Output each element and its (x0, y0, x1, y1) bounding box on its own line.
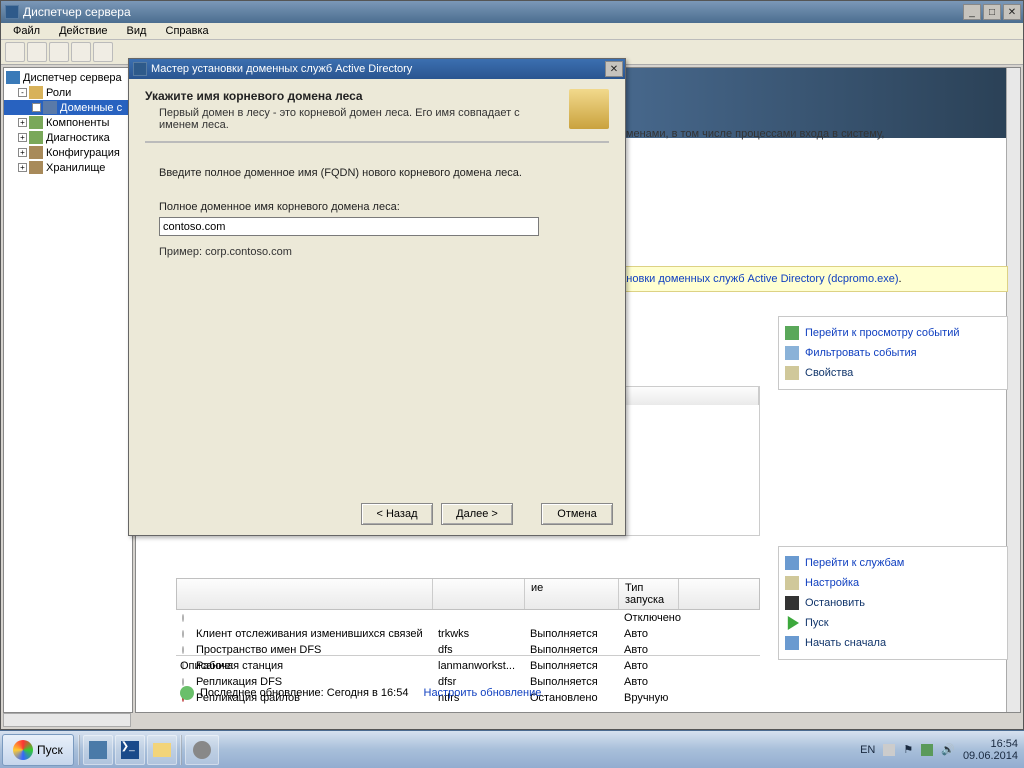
taskbar-item-dcpromo[interactable] (185, 735, 219, 765)
goto-events-link[interactable]: Перейти к просмотру событий (783, 323, 1003, 343)
stop-link[interactable]: Остановить (783, 593, 1003, 613)
toolbar-btn5[interactable] (93, 42, 113, 62)
next-button[interactable]: Далее > (441, 503, 513, 525)
configure-link[interactable]: Настройка (783, 573, 1003, 593)
dialog-icon (133, 62, 147, 76)
clock[interactable]: 16:54 09.06.2014 (963, 738, 1018, 762)
filter-events-link[interactable]: Фильтровать события (783, 343, 1003, 363)
dialog-titlebar[interactable]: Мастер установки доменных служб Active D… (129, 59, 625, 79)
footer-pane: Описание: Последнее обновление: Сегодня … (176, 655, 760, 704)
tray-network-icon[interactable] (921, 744, 933, 756)
tree-diagnostics[interactable]: +Диагностика (4, 130, 132, 145)
menu-view[interactable]: Вид (119, 23, 155, 39)
gear-icon (785, 556, 799, 570)
dialog-title: Мастер установки доменных служб Active D… (151, 63, 412, 75)
language-indicator[interactable]: EN (860, 744, 875, 756)
tree-domain-services[interactable]: +Доменные с (4, 100, 132, 115)
properties-link[interactable]: Свойства (783, 363, 1003, 383)
menu-file[interactable]: Файл (5, 23, 48, 39)
main-titlebar[interactable]: Диспетчер сервера _ □ ✕ (1, 1, 1023, 23)
taskbar: Пуск ❯_ EN ⚑ 🔊 16:54 09.06.2014 (0, 730, 1024, 768)
description-label: Описание: (180, 660, 756, 672)
tree-config[interactable]: +Конфигурация (4, 145, 132, 160)
app-icon (5, 5, 19, 19)
stop-icon (785, 596, 799, 610)
filter-icon (785, 346, 799, 360)
services-actions-panel: Перейти к службам Настройка Остановить П… (778, 546, 1008, 660)
dialog-subtext: Первый домен в лесу - это корневой домен… (145, 107, 561, 131)
restart-icon (785, 636, 799, 650)
toolbar-btn4[interactable] (71, 42, 91, 62)
windows-orb-icon (13, 740, 33, 760)
dialog-close-button[interactable]: ✕ (605, 61, 623, 77)
toolbar-fwd[interactable] (27, 42, 47, 62)
start-link[interactable]: Пуск (783, 613, 1003, 633)
fqdn-example: Пример: corp.contoso.com (159, 246, 609, 258)
properties-icon (785, 366, 799, 380)
book-icon (569, 89, 609, 129)
service-row[interactable]: Клиент отслеживания изменившихся связейt… (176, 626, 760, 642)
restart-link[interactable]: Начать сначала (783, 633, 1003, 653)
tree-root[interactable]: Диспетчер сервера (4, 70, 132, 85)
events-actions-panel: Перейти к просмотру событий Фильтровать … (778, 316, 1008, 390)
close-button[interactable]: ✕ (1003, 4, 1021, 20)
menu-help[interactable]: Справка (158, 23, 217, 39)
fqdn-label: Полное доменное имя корневого домена лес… (159, 201, 609, 213)
system-tray[interactable]: EN ⚑ 🔊 16:54 09.06.2014 (860, 738, 1024, 762)
events-icon (785, 326, 799, 340)
maximize-button[interactable]: □ (983, 4, 1001, 20)
tree-roles[interactable]: -Роли (4, 85, 132, 100)
taskbar-item-powershell[interactable]: ❯_ (115, 735, 145, 765)
tray-sound-icon[interactable]: 🔊 (941, 743, 955, 756)
minimize-button[interactable]: _ (963, 4, 981, 20)
refresh-icon (180, 686, 194, 700)
taskbar-item-server-manager[interactable] (83, 735, 113, 765)
tray-flag-icon[interactable]: ⚑ (903, 743, 913, 756)
tree-components[interactable]: +Компоненты (4, 115, 132, 130)
dialog-prompt: Введите полное доменное имя (FQDN) новог… (159, 167, 609, 179)
tray-icon-1[interactable] (883, 744, 895, 756)
menu-action[interactable]: Действие (51, 23, 115, 39)
service-row[interactable]: Отключено (176, 610, 760, 626)
settings-icon (785, 576, 799, 590)
goto-services-link[interactable]: Перейти к службам (783, 553, 1003, 573)
start-button[interactable]: Пуск (2, 734, 74, 766)
ad-wizard-dialog: Мастер установки доменных служб Active D… (128, 58, 626, 536)
tree-scrollbar-h[interactable] (3, 713, 131, 727)
play-icon (785, 616, 799, 630)
content-scrollbar[interactable] (1006, 68, 1020, 712)
toolbar-back[interactable] (5, 42, 25, 62)
fqdn-input[interactable] (159, 217, 539, 236)
services-header[interactable]: ие Тип запуска (176, 578, 760, 610)
dialog-heading: Укажите имя корневого домена леса (145, 89, 561, 103)
tree-pane[interactable]: Диспетчер сервера -Роли +Доменные с +Ком… (3, 67, 133, 713)
menubar: Файл Действие Вид Справка (1, 23, 1023, 40)
refresh-text: Последнее обновление: Сегодня в 16:54 (200, 687, 408, 699)
main-title: Диспетчер сервера (23, 5, 131, 19)
taskbar-item-explorer[interactable] (147, 735, 177, 765)
cancel-button[interactable]: Отмена (541, 503, 613, 525)
tree-storage[interactable]: +Хранилище (4, 160, 132, 175)
configure-refresh-link[interactable]: Настроить обновление (424, 687, 542, 699)
toolbar-btn3[interactable] (49, 42, 69, 62)
back-button[interactable]: < Назад (361, 503, 433, 525)
